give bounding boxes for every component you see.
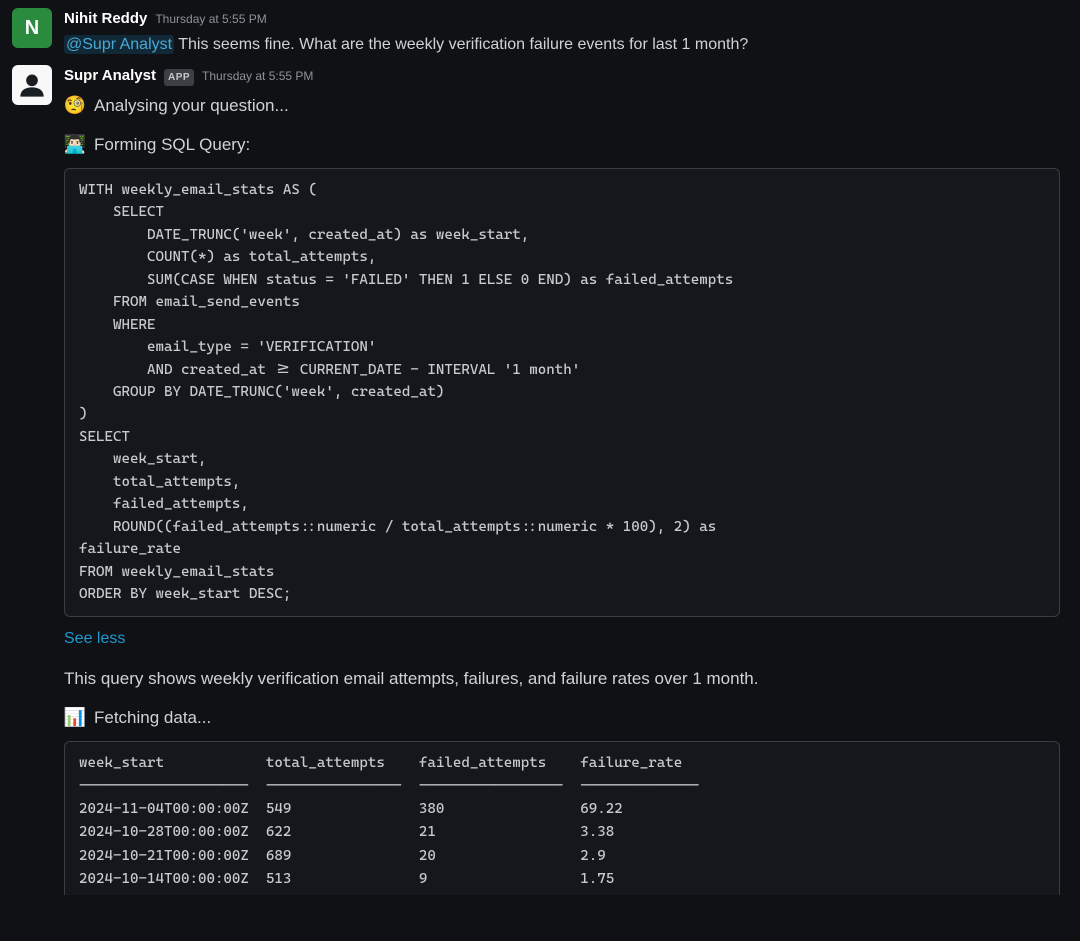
see-less-link[interactable]: See less [64,627,125,651]
technologist-icon: 👨🏻‍💻 [64,131,86,158]
user-avatar[interactable]: N [12,8,52,48]
bot-avatar[interactable] [12,65,52,105]
message-text: This seems fine. What are the weekly ver… [174,36,748,53]
query-description: This query shows weekly verification ema… [64,665,834,692]
forming-text: Forming SQL Query: [94,132,250,158]
person-icon [18,71,46,99]
thinking-face-icon: 🧐 [64,92,86,119]
message-content: Nihit Reddy Thursday at 5:55 PM @Supr An… [64,8,1060,57]
timestamp[interactable]: Thursday at 5:55 PM [202,67,313,85]
avatar-letter: N [25,13,39,43]
user-message: N Nihit Reddy Thursday at 5:55 PM @Supr … [12,8,1060,57]
analysing-text: Analysing your question... [94,93,289,119]
app-badge: APP [164,69,194,86]
analysing-line: 🧐 Analysing your question... [64,92,1060,119]
forming-line: 👨🏻‍💻 Forming SQL Query: [64,131,1060,158]
fetching-line: 📊 Fetching data... [64,704,1060,731]
result-table-block[interactable]: week_start total_attempts failed_attempt… [64,741,1060,895]
author-name[interactable]: Supr Analyst [64,65,156,88]
fetching-text: Fetching data... [94,705,211,731]
message-header: Supr Analyst APP Thursday at 5:55 PM [64,65,1060,88]
bar-chart-icon: 📊 [64,704,86,731]
sql-code-block[interactable]: WITH weekly_email_stats AS ( SELECT DATE… [64,168,1060,617]
message-content: Supr Analyst APP Thursday at 5:55 PM 🧐 A… [64,65,1060,895]
author-name[interactable]: Nihit Reddy [64,8,147,31]
mention[interactable]: @Supr Analyst [64,35,174,54]
timestamp[interactable]: Thursday at 5:55 PM [155,10,266,28]
message-body: @Supr Analyst This seems fine. What are … [64,33,1060,58]
message-header: Nihit Reddy Thursday at 5:55 PM [64,8,1060,31]
bot-message: Supr Analyst APP Thursday at 5:55 PM 🧐 A… [12,65,1060,895]
